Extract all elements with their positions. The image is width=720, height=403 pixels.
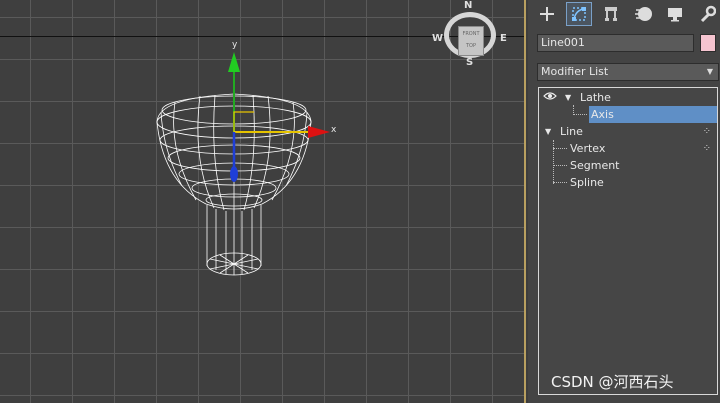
- stack-item-label: Line: [560, 125, 583, 138]
- viewcube-face-label: TOP: [465, 43, 476, 49]
- subobject-dots-icon: ⁘: [702, 126, 711, 137]
- viewcube-face-small: FRONT: [462, 31, 480, 37]
- modify-tab[interactable]: [566, 2, 592, 26]
- viewport-top[interactable]: x y FRONT TOP N W E S: [0, 0, 526, 403]
- viewcube-west[interactable]: W: [432, 33, 443, 44]
- expand-triangle-icon[interactable]: ▼: [565, 89, 571, 106]
- modify-icon: [572, 7, 586, 21]
- stack-item-label: Vertex: [570, 142, 606, 155]
- command-panel: Line001 Modifier List ▼ ▼ Lathe Axis ▼ L…: [528, 0, 720, 403]
- watermark-text: CSDN @河西石头: [551, 373, 674, 391]
- viewcube[interactable]: FRONT TOP N W E S: [432, 0, 508, 70]
- stack-item-lathe[interactable]: ▼ Lathe: [539, 89, 717, 106]
- eye-icon[interactable]: [543, 89, 557, 106]
- viewcube-north[interactable]: N: [464, 0, 472, 11]
- motion-icon: [635, 7, 652, 21]
- stack-item-segment[interactable]: Segment: [539, 157, 717, 174]
- utilities-tab[interactable]: [694, 2, 720, 26]
- display-tab[interactable]: [662, 2, 688, 26]
- display-icon: [668, 8, 682, 22]
- viewcube-east[interactable]: E: [500, 33, 507, 44]
- stack-item-line[interactable]: ▼ Line ⁘: [539, 123, 717, 140]
- stack-item-spline[interactable]: Spline: [539, 174, 717, 191]
- viewcube-cube[interactable]: FRONT TOP: [458, 26, 484, 56]
- modifier-list-label: Modifier List: [541, 65, 609, 78]
- viewcube-south[interactable]: S: [466, 57, 473, 68]
- modifier-stack[interactable]: ▼ Lathe Axis ▼ Line ⁘ Vertex ⁘ Segment S…: [538, 87, 718, 395]
- stack-item-label: Spline: [570, 176, 604, 189]
- command-panel-tabs: [528, 0, 720, 28]
- object-color-swatch[interactable]: [700, 34, 716, 52]
- expand-triangle-icon[interactable]: ▼: [545, 123, 551, 140]
- create-tab[interactable]: [534, 2, 560, 26]
- stack-item-label: Lathe: [580, 91, 611, 104]
- create-icon: [540, 7, 554, 21]
- object-name-input[interactable]: Line001: [537, 34, 694, 52]
- gizmo-x-label: x: [331, 125, 337, 135]
- chevron-down-icon: ▼: [706, 67, 713, 76]
- vertex-dots-icon: ⁘: [702, 143, 711, 154]
- utilities-icon: [700, 5, 716, 23]
- gizmo-y-label: y: [232, 40, 238, 50]
- hierarchy-tab[interactable]: [598, 2, 624, 26]
- stack-item-axis[interactable]: Axis: [539, 106, 717, 123]
- stack-item-label: Segment: [570, 159, 620, 172]
- stack-item-vertex[interactable]: Vertex ⁘: [539, 140, 717, 157]
- modifier-list-dropdown[interactable]: Modifier List ▼: [537, 63, 719, 81]
- motion-tab[interactable]: [630, 2, 656, 26]
- stack-item-label: Axis: [591, 108, 614, 121]
- hierarchy-icon: [605, 7, 617, 21]
- viewport-active-border: [524, 0, 526, 403]
